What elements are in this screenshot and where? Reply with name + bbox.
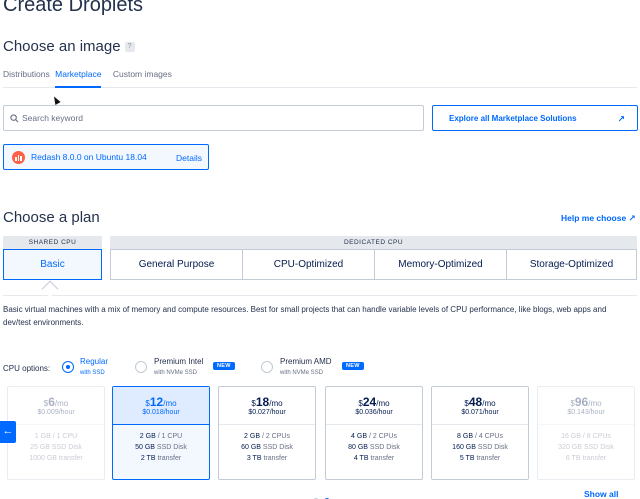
plan-type-tabs: SHARED CPU DEDICATED CPU Basic General P… [3,236,637,282]
image-tabs: Distributions Marketplace Custom images [3,68,637,88]
help-me-choose-link[interactable]: Help me choose ↗ [561,213,636,224]
card-hourly: $0.071/hour [461,409,499,416]
cpu-option-amd-sub: with NVMe SSD [280,370,324,376]
cpu-option-intel-main: Premium Intel [154,357,204,366]
plan-card-12[interactable]: $12/mo $0.018/hour 2 GB / 1 CPU 50 GB SSD … [112,386,210,480]
card-price: 48 [468,395,483,409]
selected-image-label: Redash 8.0.0 on Ubuntu 18.04 [31,152,147,162]
card-price: 96 [574,395,589,409]
new-badge-amd: NEW [342,362,364,370]
details-link[interactable]: Details [176,153,202,163]
card-price: 24 [362,395,377,409]
cpu-option-premium-intel[interactable]: Premium Intel with NVMe SSD [154,357,203,378]
tab-custom-images[interactable]: Custom images [113,68,172,86]
plan-tab-memory-optimized[interactable]: Memory-Optimized [374,249,507,280]
plan-description: Basic virtual machines with a mix of mem… [3,305,607,327]
redash-logo-icon [12,150,25,164]
cpu-option-regular-main: Regular [80,357,109,366]
cpu-option-regular[interactable]: Regular with SSD [80,357,108,378]
cpu-options: CPU options: Regular with SSD Premium In… [3,357,637,379]
plan-card-96[interactable]: $96/mo $0.143/hour 16 GB / 8 CPUs 320 GB S… [537,386,635,480]
cpu-option-amd-main: Premium AMD [280,357,332,366]
card-hourly: $0.009/hour [37,409,75,416]
cpu-option-premium-amd[interactable]: Premium AMD with NVMe SSD [280,357,332,378]
external-arrow-icon: ↗ [617,114,625,124]
radio-regular[interactable] [62,361,74,373]
radio-premium-intel[interactable] [135,361,147,373]
cpu-option-intel-sub: with NVMe SSD [154,370,198,376]
selected-image-card[interactable]: Redash 8.0.0 on Ubuntu 18.04 Details [3,144,209,170]
tab-distributions[interactable]: Distributions [3,68,50,86]
plan-cards: $6/mo $0.009/hour 1 GB / 1 CPU 25 GB SSD D… [0,386,640,481]
arrow-left-icon: ← [2,425,14,437]
card-hourly: $0.027/hour [248,409,286,416]
mouse-cursor-icon [51,95,61,105]
card-price: 18 [255,395,270,409]
plan-pager [313,491,335,499]
help-question-icon[interactable]: ? [124,42,135,53]
dedicated-cpu-header: DEDICATED CPU [110,236,637,249]
show-all-plans-link[interactable]: Show all plans [584,489,640,499]
help-external-icon: ↗ [628,213,636,223]
plan-tab-basic[interactable]: Basic [3,249,102,280]
help-me-choose-label: Help me choose [561,213,627,223]
plan-card-48[interactable]: $48/mo $0.071/hour 8 GB / 4 CPUs 160 GB SS… [431,386,529,480]
plan-card-18[interactable]: $18/mo $0.027/hour 2 GB / 2 CPUs 60 GB SSD… [218,386,316,480]
card-hourly: $0.143/hour [567,409,605,416]
card-hourly: $0.018/hour [142,409,180,416]
shared-cpu-header: SHARED CPU [3,236,102,249]
plan-tab-storage-optimized[interactable]: Storage-Optimized [506,249,637,280]
card-price: 12 [149,395,164,409]
search-input[interactable] [22,113,402,123]
card-hourly: $0.036/hour [355,409,393,416]
scroll-left-button[interactable]: ← [0,421,16,443]
plan-card-6[interactable]: $6/mo $0.009/hour 1 GB / 1 CPU 25 GB SSD D… [7,386,105,480]
radio-premium-amd[interactable] [261,361,273,373]
explore-marketplace-button[interactable]: Explore all Marketplace Solutions ↗ [432,105,638,131]
image-section-heading: Choose an image? [3,38,135,55]
plan-tab-general-purpose[interactable]: General Purpose [110,249,243,280]
plan-card-24[interactable]: $24/mo $0.036/hour 4 GB / 2 CPUs 80 GB SSD… [325,386,423,480]
cpu-options-label: CPU options: [3,364,51,373]
card-price: 6 [48,395,55,409]
search-box[interactable] [3,105,424,131]
page-title: Create Droplets [3,0,144,16]
plan-tab-cpu-optimized[interactable]: CPU-Optimized [242,249,375,280]
plan-section-heading: Choose a plan [3,209,100,226]
new-badge-intel: NEW [213,362,235,370]
tab-marketplace[interactable]: Marketplace [55,68,102,88]
plan-divider [3,295,637,296]
explore-label: Explore all Marketplace Solutions [449,113,577,123]
image-heading-text: Choose an image [3,38,121,55]
search-icon [10,113,19,122]
cpu-option-regular-sub: with SSD [80,370,105,376]
